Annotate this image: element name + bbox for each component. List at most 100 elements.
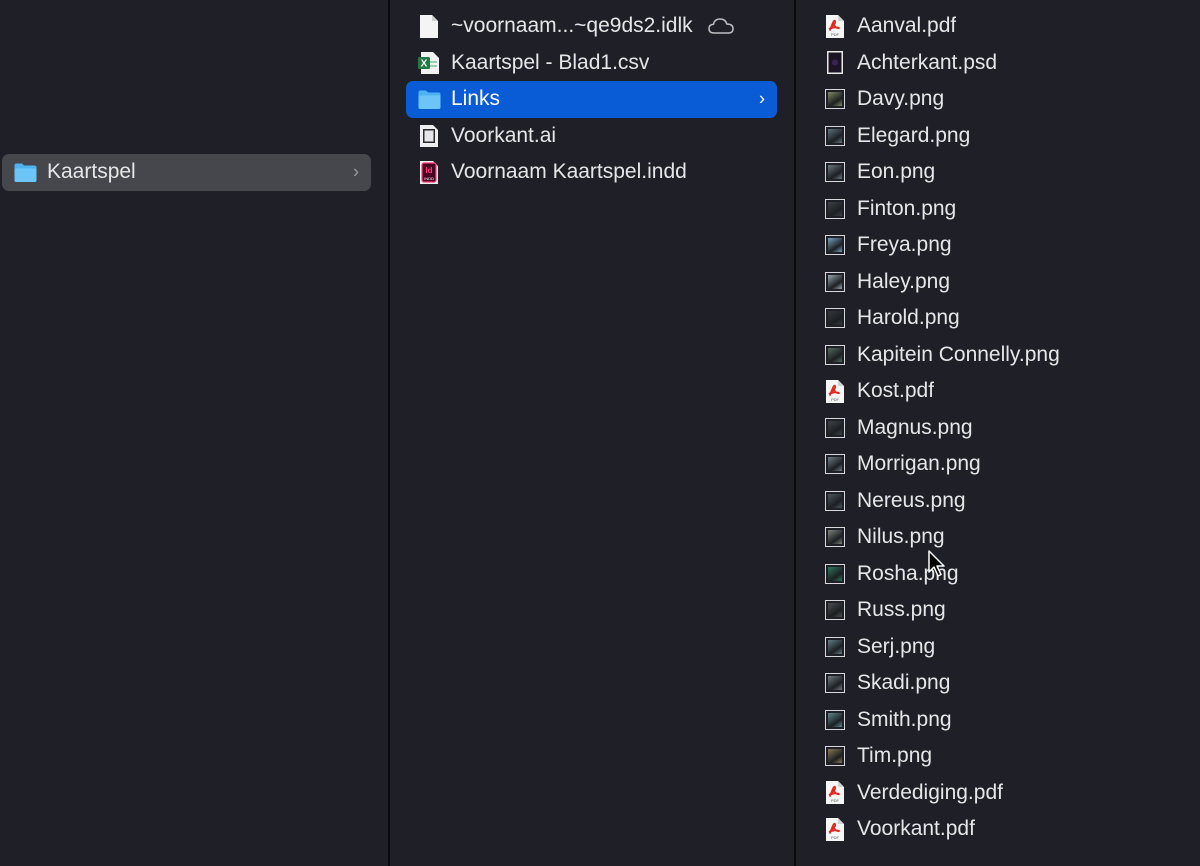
file-row-links[interactable]: Links › — [406, 81, 777, 118]
image-thumbnail-icon — [822, 342, 848, 368]
image-thumbnail-icon — [822, 86, 848, 112]
column-3-list: PDF Aanval.pdf Achterkant.psd Davy.png Ele… — [796, 8, 1200, 848]
file-name: Magnus.png — [857, 415, 973, 439]
image-thumbnail-icon — [822, 305, 848, 331]
file-row-haley-png[interactable]: Haley.png — [796, 264, 1200, 301]
pdf-icon: PDF — [822, 13, 848, 39]
file-name: Voorkant.pdf — [857, 817, 975, 841]
pdf-icon: PDF — [822, 780, 848, 806]
image-thumbnail-icon — [822, 488, 848, 514]
indesign-icon: Id INDD — [416, 159, 442, 185]
svg-text:PDF: PDF — [831, 32, 840, 37]
file-row-freya-png[interactable]: Freya.png — [796, 227, 1200, 264]
file-row-rosha-png[interactable]: Rosha.png — [796, 556, 1200, 593]
file-name: Davy.png — [857, 87, 945, 111]
folder-icon — [416, 86, 442, 112]
file-name: Verdediging.pdf — [857, 780, 1003, 804]
mouse-pointer-icon — [928, 550, 945, 577]
file-name: Nilus.png — [857, 525, 945, 549]
file-name: Russ.png — [857, 598, 946, 622]
file-name: Serj.png — [857, 634, 936, 658]
file-row-skadi-png[interactable]: Skadi.png — [796, 665, 1200, 702]
file-name: Harold.png — [857, 306, 960, 330]
column-1-list: Kaartspel › — [0, 154, 388, 191]
file-row-tim-png[interactable]: Tim.png — [796, 738, 1200, 775]
file-name: Achterkant.psd — [857, 50, 998, 74]
excel-icon: X — [416, 50, 442, 76]
file-row-verdediging-pdf[interactable]: PDF Verdediging.pdf — [796, 775, 1200, 812]
file-name: Links — [451, 87, 501, 111]
file-row-nilus-png[interactable]: Nilus.png — [796, 519, 1200, 556]
file-row-nereus-png[interactable]: Nereus.png — [796, 483, 1200, 520]
file-name: Aanval.pdf — [857, 14, 957, 38]
file-name: Nereus.png — [857, 488, 966, 512]
image-thumbnail-icon — [822, 597, 848, 623]
svg-text:X: X — [421, 58, 428, 69]
image-thumbnail-icon — [822, 123, 848, 149]
file-name: Kapitein Connelly.png — [857, 342, 1060, 366]
file-name: Kost.pdf — [857, 379, 935, 403]
finder-column-browser: Kaartspel › ~voornaam...~qe9ds2.idlk X Ka… — [0, 0, 1200, 866]
file-row-voorkant-ai[interactable]: Voorkant.ai — [406, 118, 777, 155]
image-thumbnail-icon — [822, 561, 848, 587]
file-row-kapitein-connelly-png[interactable]: Kapitein Connelly.png — [796, 337, 1200, 374]
svg-text:INDD: INDD — [424, 176, 434, 181]
image-thumbnail-icon — [822, 269, 848, 295]
pdf-icon: PDF — [822, 816, 848, 842]
file-row-morrigan-png[interactable]: Morrigan.png — [796, 446, 1200, 483]
image-thumbnail-icon — [822, 451, 848, 477]
file-name: Eon.png — [857, 160, 936, 184]
svg-text:PDF: PDF — [831, 798, 840, 803]
file-name: Voornaam Kaartspel.indd — [451, 160, 687, 184]
column-1[interactable]: Kaartspel › — [0, 0, 388, 866]
image-thumbnail-icon — [822, 232, 848, 258]
file-name: Kaartspel - Blad1.csv — [451, 50, 650, 74]
file-name: Tim.png — [857, 744, 933, 768]
file-name: Morrigan.png — [857, 452, 981, 476]
file-row-harold-png[interactable]: Harold.png — [796, 300, 1200, 337]
svg-text:PDF: PDF — [831, 397, 840, 402]
image-thumbnail-icon — [822, 415, 848, 441]
file-name: Smith.png — [857, 707, 952, 731]
file-name: Kaartspel — [47, 160, 136, 184]
column-2[interactable]: ~voornaam...~qe9ds2.idlk X Kaartspel - B… — [390, 0, 793, 866]
file-row-elegard-png[interactable]: Elegard.png — [796, 118, 1200, 155]
svg-text:PDF: PDF — [831, 835, 840, 840]
illustrator-icon — [416, 123, 442, 149]
file-row-kaartspel-blad1-csv[interactable]: X Kaartspel - Blad1.csv — [406, 45, 777, 82]
folder-icon — [12, 159, 38, 185]
image-thumbnail-icon — [822, 670, 848, 696]
column-2-list: ~voornaam...~qe9ds2.idlk X Kaartspel - B… — [390, 8, 793, 191]
file-row-kaartspel[interactable]: Kaartspel › — [2, 154, 371, 191]
file-name: Haley.png — [857, 269, 951, 293]
generic-document-icon — [416, 13, 442, 39]
file-row-voornaam-qe9ds2-idlk[interactable]: ~voornaam...~qe9ds2.idlk — [406, 8, 777, 45]
image-thumbnail-icon — [822, 707, 848, 733]
file-name: ~voornaam...~qe9ds2.idlk — [451, 14, 693, 38]
column-3[interactable]: PDF Aanval.pdf Achterkant.psd Davy.png Ele… — [796, 0, 1200, 866]
file-row-achterkant-psd[interactable]: Achterkant.psd — [796, 45, 1200, 82]
pdf-icon: PDF — [822, 378, 848, 404]
file-row-magnus-png[interactable]: Magnus.png — [796, 410, 1200, 447]
file-row-voornaam-kaartspel-indd[interactable]: Id INDD Voornaam Kaartspel.indd — [406, 154, 777, 191]
file-name: Finton.png — [857, 196, 957, 220]
file-row-russ-png[interactable]: Russ.png — [796, 592, 1200, 629]
image-thumbnail-icon — [822, 634, 848, 660]
chevron-right-icon: › — [353, 161, 359, 182]
psd-icon — [822, 50, 848, 76]
image-thumbnail-icon — [822, 196, 848, 222]
chevron-right-icon: › — [759, 88, 765, 109]
file-row-davy-png[interactable]: Davy.png — [796, 81, 1200, 118]
file-row-serj-png[interactable]: Serj.png — [796, 629, 1200, 666]
image-thumbnail-icon — [822, 743, 848, 769]
file-row-aanval-pdf[interactable]: PDF Aanval.pdf — [796, 8, 1200, 45]
image-thumbnail-icon — [822, 524, 848, 550]
file-row-kost-pdf[interactable]: PDF Kost.pdf — [796, 373, 1200, 410]
file-row-finton-png[interactable]: Finton.png — [796, 191, 1200, 228]
file-row-smith-png[interactable]: Smith.png — [796, 702, 1200, 739]
file-name: Voorkant.ai — [451, 123, 557, 147]
file-row-voorkant-pdf[interactable]: PDF Voorkant.pdf — [796, 811, 1200, 848]
icloud-status-icon — [707, 17, 735, 35]
file-row-eon-png[interactable]: Eon.png — [796, 154, 1200, 191]
file-name: Freya.png — [857, 233, 952, 257]
